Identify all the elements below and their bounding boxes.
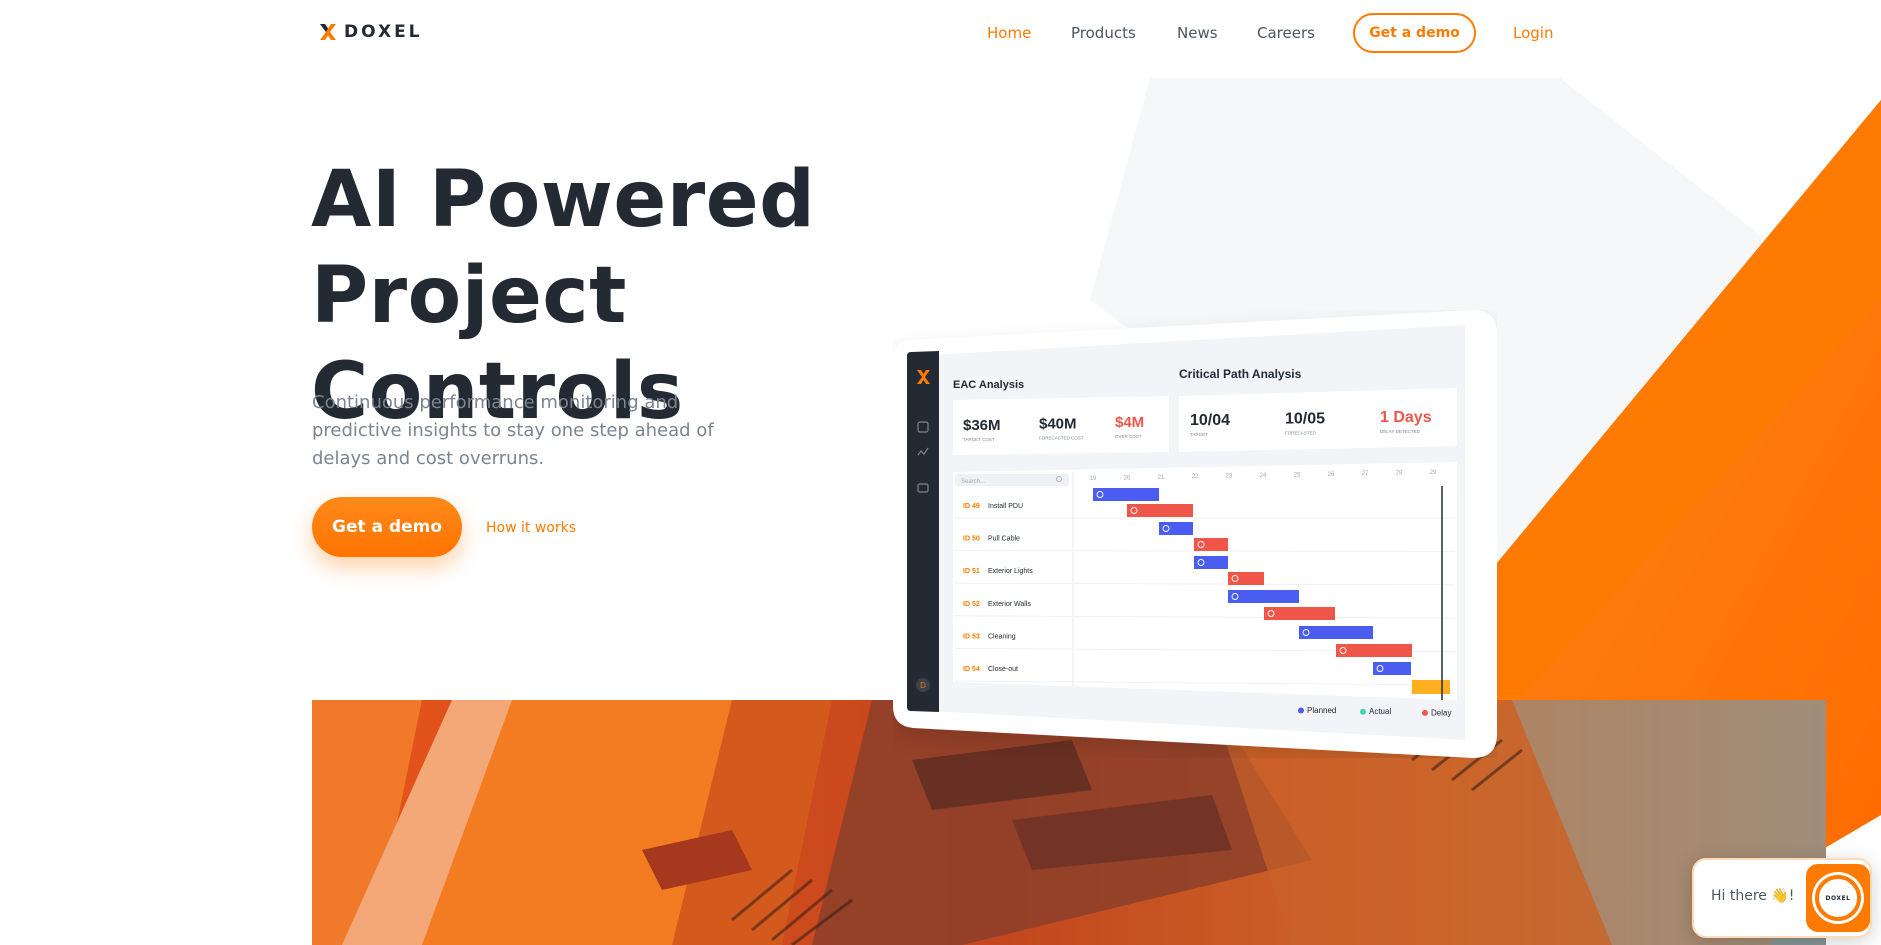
gantt-day-tick: 20 <box>1124 475 1131 481</box>
site-header: DOXEL Home Products News Careers Get a d… <box>0 0 1881 66</box>
gantt-task-name: Pull Cable <box>988 536 1020 543</box>
gantt-task-name: Close-out <box>988 666 1018 673</box>
gantt-task-name: Cleaning <box>988 633 1016 640</box>
hero-subtitle: Continuous performance monitoring and pr… <box>312 392 714 469</box>
login-link[interactable]: Login <box>1513 24 1553 42</box>
gantt-day-tick: 25 <box>1294 472 1301 478</box>
gantt-task-id: ID 52 <box>963 601 980 608</box>
gantt-planned-bar[interactable] <box>1299 626 1373 639</box>
nav-careers[interactable]: Careers <box>1257 24 1315 42</box>
eac-stat-value: $4M <box>1115 414 1144 431</box>
gantt-task-id: ID 49 <box>963 503 980 510</box>
gantt-task-id: ID 53 <box>963 633 980 640</box>
gantt-forecast-bar[interactable] <box>1412 680 1450 694</box>
gantt-day-tick: 21 <box>1158 475 1165 481</box>
gantt-day-tick: 24 <box>1260 473 1267 479</box>
gantt-delay-bar[interactable] <box>1264 607 1335 620</box>
gantt-search-placeholder: Search... <box>961 479 985 485</box>
eac-stat-value: $40M <box>1039 416 1077 433</box>
nav-news[interactable]: News <box>1177 24 1218 42</box>
gantt-task-id: ID 50 <box>963 536 980 543</box>
gantt-day-tick: 28 <box>1396 471 1403 477</box>
gantt-task-name: Exterior Walls <box>988 601 1031 608</box>
cpa-stat-value: 10/04 <box>1190 412 1230 429</box>
nav-products[interactable]: Products <box>1071 24 1136 42</box>
legend-dot <box>1298 707 1304 714</box>
gantt-day-tick: 22 <box>1192 474 1199 480</box>
legend-label: Planned <box>1307 706 1336 715</box>
gantt-day-tick: 23 <box>1226 474 1233 480</box>
gantt-task-id: ID 51 <box>963 568 980 575</box>
legend-label: Delay <box>1431 708 1451 717</box>
gantt-planned-bar[interactable] <box>1194 556 1228 569</box>
chat-greeting: Hi there 👋! <box>1711 888 1795 904</box>
gantt-planned-bar[interactable] <box>1373 662 1411 675</box>
gantt-task-id: ID 54 <box>963 666 980 673</box>
critical-path-title: Critical Path Analysis <box>1179 367 1302 381</box>
eac-stat-label: TARGET COST <box>963 437 995 442</box>
gantt-planned-bar[interactable] <box>1159 522 1193 535</box>
gantt-day-tick: 19 <box>1090 476 1097 482</box>
gantt-delay-bar[interactable] <box>1194 538 1228 551</box>
legend-label: Actual <box>1369 707 1391 716</box>
chat-widget[interactable]: Hi there 👋! DOXEL <box>1692 858 1872 938</box>
nav-home[interactable]: Home <box>987 24 1031 42</box>
gantt-delay-bar[interactable] <box>1228 572 1264 585</box>
gantt-delay-bar[interactable] <box>1336 644 1412 657</box>
header-get-demo-button[interactable]: Get a demo <box>1353 13 1476 53</box>
legend-dot <box>1360 708 1366 715</box>
how-it-works-link[interactable]: How it works <box>486 520 576 536</box>
cpa-stat-label: DELAY DETECTED <box>1380 429 1421 434</box>
legend-dot <box>1422 709 1428 716</box>
eac-stat-label: FORECASTED COST <box>1039 436 1084 441</box>
eac-stat-value: $36M <box>963 417 1001 434</box>
gantt-day-tick: 26 <box>1328 472 1335 478</box>
app-sidebar <box>907 351 939 712</box>
dashboard-tablet-mockup: D EAC Analysis Critical Path Analysis $3… <box>893 310 1497 758</box>
cpa-stat-value: 1 Days <box>1380 409 1432 426</box>
hero-title-line1: AI Powered Project <box>311 155 816 341</box>
chat-open-button[interactable]: DOXEL <box>1806 864 1870 932</box>
gantt-task-name: Install PDU <box>988 503 1023 510</box>
sidebar-avatar-letter: D <box>920 681 926 690</box>
eac-stats: $36M TARGET COST $40M FORECASTED COST $4M OVE… <box>963 414 1144 442</box>
eac-stat-label: OVER COST <box>1115 434 1142 439</box>
eac-analysis-title: EAC Analysis <box>953 379 1024 391</box>
gantt-day-tick: 29 <box>1430 470 1437 476</box>
gantt-day-tick: 27 <box>1362 471 1369 477</box>
main-nav: Home Products News Careers Get a demo Lo… <box>0 0 1881 66</box>
cpa-stat-label: TARGET <box>1190 432 1208 437</box>
chat-logo-text: DOXEL <box>1825 894 1851 902</box>
cpa-stat-value: 10/05 <box>1285 411 1325 428</box>
gantt-task-name: Exterior Lights <box>988 568 1033 575</box>
gantt-planned-bar[interactable] <box>1228 590 1299 603</box>
hero-get-demo-button[interactable]: Get a demo <box>312 497 462 557</box>
cpa-stat-label: FORECASTED <box>1285 431 1317 436</box>
chat-avatar: DOXEL <box>1815 875 1861 921</box>
